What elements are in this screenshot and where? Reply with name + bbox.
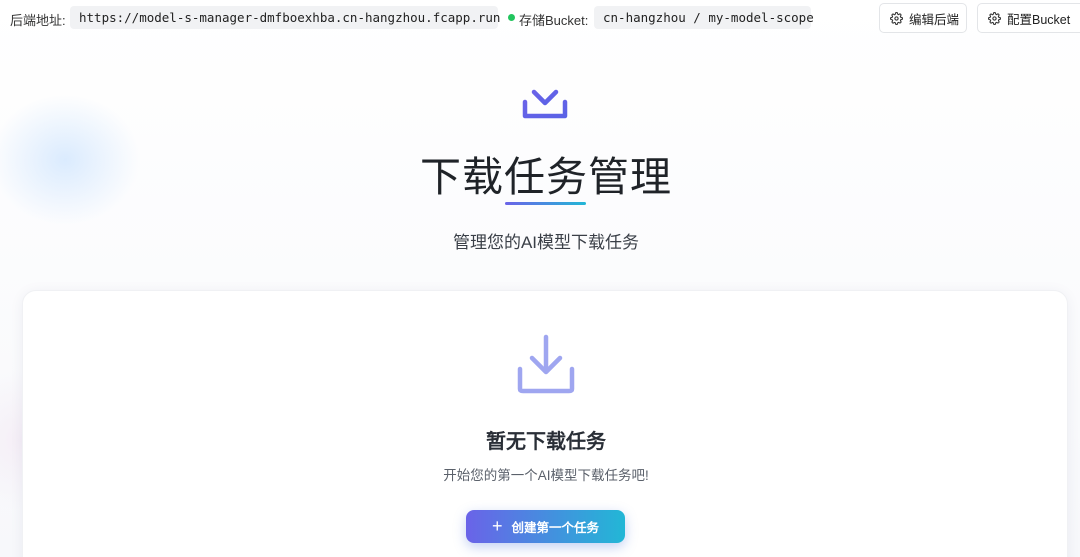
- config-bucket-label: 配置Bucket: [1007, 12, 1071, 27]
- create-first-task-label: 创建第一个任务: [511, 521, 600, 535]
- create-first-task-button[interactable]: + 创建第一个任务: [466, 510, 625, 543]
- download-icon: [517, 334, 575, 394]
- bucket-label: 存储Bucket:: [519, 13, 589, 28]
- empty-state-title: 暂无下载任务: [486, 431, 606, 453]
- backend-url-display[interactable]: https://model-s-manager-dmfboexhba.cn-ha…: [70, 6, 516, 29]
- gear-icon: [988, 11, 1001, 25]
- bucket-value-text: cn-hangzhou / my-model-scope: [603, 10, 814, 25]
- backend-label: 后端地址:: [10, 13, 66, 28]
- gear-icon: [890, 11, 903, 25]
- edit-backend-label: 编辑后端: [909, 12, 960, 27]
- page-title: 下载任务管理: [420, 154, 672, 200]
- plus-icon: +: [491, 515, 503, 536]
- bucket-value-display: cn-hangzhou / my-model-scope: [594, 6, 814, 29]
- top-bar: 后端地址: https://model-s-manager-dmfboexhba…: [0, 0, 1080, 36]
- backend-url-text: https://model-s-manager-dmfboexhba.cn-ha…: [79, 10, 501, 25]
- title-underline: [505, 202, 586, 205]
- page: 后端地址: https://model-s-manager-dmfboexhba…: [0, 0, 1080, 557]
- page-subtitle: 管理您的AI模型下载任务: [452, 233, 640, 252]
- download-icon: [522, 73, 568, 119]
- edit-backend-button[interactable]: 编辑后端: [879, 3, 967, 33]
- config-bucket-button[interactable]: 配置Bucket: [977, 3, 1080, 33]
- empty-state-subtitle: 开始您的第一个AI模型下载任务吧!: [443, 468, 649, 483]
- status-dot-icon: [508, 14, 516, 21]
